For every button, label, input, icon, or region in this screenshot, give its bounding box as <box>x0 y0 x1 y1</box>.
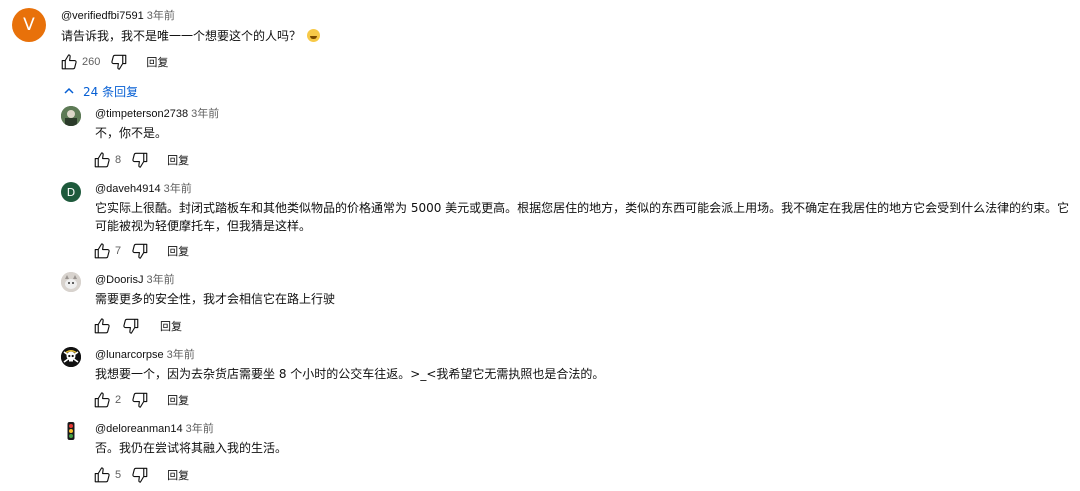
like-count: 7 <box>115 245 122 257</box>
comment-actions: 回复 <box>93 316 182 336</box>
reply-button[interactable]: 回复 <box>160 318 182 334</box>
dislike-button[interactable] <box>131 466 149 484</box>
timestamp[interactable]: 3年前 <box>147 10 175 22</box>
like-count: 8 <box>115 154 122 166</box>
like-button[interactable] <box>93 391 111 409</box>
comment-body: 需要更多的安全性，我才会相信它在路上行驶 <box>95 292 336 306</box>
comment-actions: 260 回复 <box>60 52 168 72</box>
like-button[interactable] <box>60 53 78 71</box>
like-button[interactable] <box>93 466 111 484</box>
thumb-up-icon <box>93 317 111 335</box>
dislike-button[interactable] <box>131 242 149 260</box>
thumb-down-icon <box>122 317 140 335</box>
avatar-letter: V <box>23 15 35 35</box>
timestamp[interactable]: 3年前 <box>186 423 214 435</box>
comment-body: 不，你不是。 <box>95 126 168 140</box>
avatar[interactable]: D <box>61 182 81 202</box>
traffic-light-icon[interactable] <box>61 421 81 441</box>
reply-button[interactable]: 回复 <box>167 243 189 259</box>
comment-text: 请告诉我，我不是唯一一个想要这个的人吗？ <box>61 27 320 45</box>
author-name[interactable]: @deloreanman14 <box>95 423 183 435</box>
skull-icon[interactable] <box>61 347 81 367</box>
comment-body: 它实际上很酷。封闭式踏板车和其他类似物品的价格通常为 5000 美元或更高。根据… <box>95 201 1070 233</box>
replies-toggle[interactable]: 24 条回复 <box>63 82 138 100</box>
chevron-up-icon <box>64 87 74 94</box>
comment-body: 我想要一个，因为去杂货店需要坐 8 个小时的公交车往返。>_<我希望它无需执照也… <box>95 367 605 381</box>
dislike-button[interactable] <box>110 53 128 71</box>
timestamp[interactable]: 3年前 <box>164 183 192 195</box>
thumb-down-icon <box>131 242 149 260</box>
timestamp[interactable]: 3年前 <box>146 274 174 286</box>
thumb-down-icon <box>110 53 128 71</box>
author-name[interactable]: @lunarcorpse <box>95 349 164 361</box>
like-count: 5 <box>115 469 122 481</box>
photo-icon[interactable] <box>61 106 81 126</box>
comment-actions: 2 回复 <box>93 390 189 410</box>
comment-header: @verifiedfbi7591 3年前 <box>61 9 175 23</box>
thumb-down-icon <box>131 466 149 484</box>
comment-actions: 5 回复 <box>93 465 189 485</box>
timestamp[interactable]: 3年前 <box>191 108 219 120</box>
thumb-up-icon <box>93 151 111 169</box>
thumb-up-icon <box>93 242 111 260</box>
reply-button[interactable]: 回复 <box>167 392 189 408</box>
replies-count-label: 24 条回复 <box>83 84 139 99</box>
dislike-button[interactable] <box>131 391 149 409</box>
avatar-letter: D <box>66 185 76 199</box>
thumb-down-icon <box>131 151 149 169</box>
comment-body: 请告诉我，我不是唯一一个想要这个的人吗？ <box>61 29 302 43</box>
author-name[interactable]: @timpeterson2738 <box>95 108 188 120</box>
like-count: 2 <box>115 394 122 406</box>
comment-header: @deloreanman14 3年前 <box>95 422 214 436</box>
comment-header: @timpeterson2738 3年前 <box>95 107 219 121</box>
author-name[interactable]: @DoorisJ <box>95 274 143 286</box>
timestamp[interactable]: 3年前 <box>167 349 195 361</box>
reply-button[interactable]: 回复 <box>167 152 189 168</box>
comment-actions: 8 回复 <box>93 150 189 170</box>
like-button[interactable] <box>93 317 111 335</box>
comment-header: @daveh4914 3年前 <box>95 182 192 196</box>
laughing-emoji-icon <box>306 29 320 42</box>
thumb-up-icon <box>93 466 111 484</box>
thumb-up-icon <box>60 53 78 71</box>
author-name[interactable]: @verifiedfbi7591 <box>61 10 144 22</box>
thumb-down-icon <box>131 391 149 409</box>
comment-actions: 7 回复 <box>93 241 189 261</box>
pet-photo-icon[interactable] <box>61 272 81 292</box>
thumb-up-icon <box>93 391 111 409</box>
like-button[interactable] <box>93 242 111 260</box>
avatar[interactable]: V <box>12 8 46 42</box>
dislike-button[interactable] <box>122 317 140 335</box>
dislike-button[interactable] <box>131 151 149 169</box>
comment-header: @lunarcorpse 3年前 <box>95 348 195 362</box>
reply-button[interactable]: 回复 <box>167 467 189 483</box>
comment-body: 否。我仍在尝试将其融入我的生活。 <box>95 441 288 455</box>
author-name[interactable]: @daveh4914 <box>95 183 161 195</box>
comment-header: @DoorisJ 3年前 <box>95 273 175 287</box>
like-button[interactable] <box>93 151 111 169</box>
reply-button[interactable]: 回复 <box>146 54 168 70</box>
like-count: 260 <box>82 56 101 68</box>
